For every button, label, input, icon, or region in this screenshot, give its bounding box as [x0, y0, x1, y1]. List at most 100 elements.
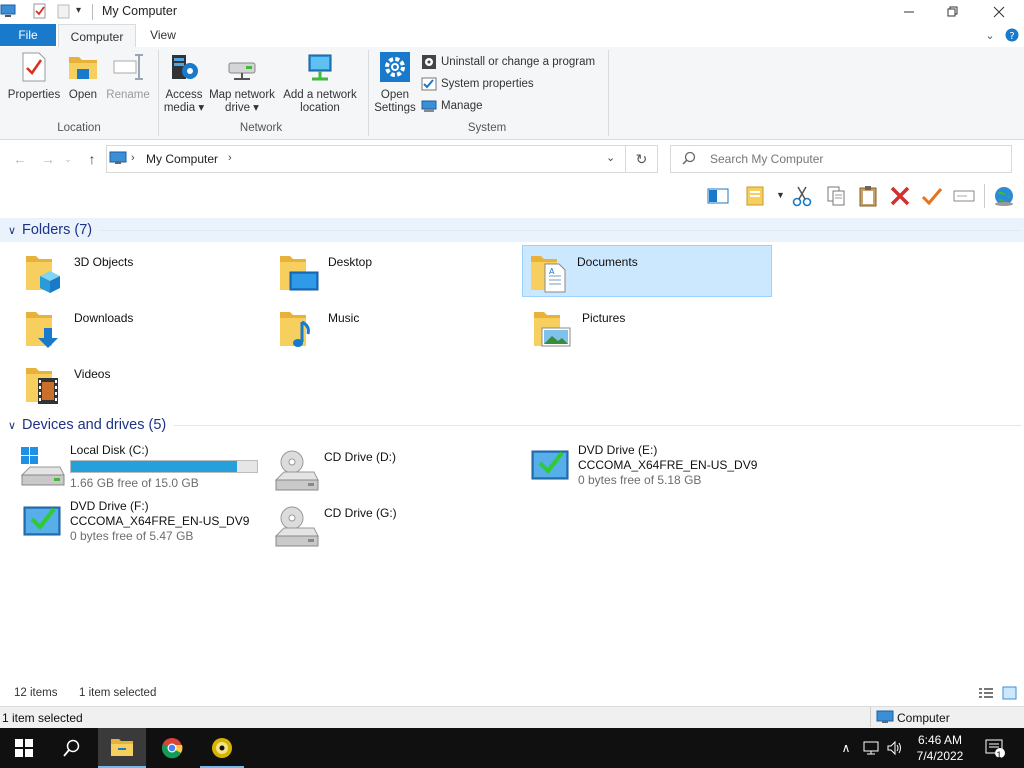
- add-network-location-button[interactable]: Add a network location: [280, 50, 360, 115]
- new-item-dropdown-icon[interactable]: ▼: [776, 190, 785, 200]
- address-dropdown-icon[interactable]: ⌄: [606, 151, 615, 164]
- downloads-folder-icon: [22, 304, 70, 352]
- drive-item-c[interactable]: Local Disk (C:) 1.66 GB free of 15.0 GB: [20, 441, 270, 493]
- tab-file[interactable]: File: [0, 24, 56, 46]
- breadcrumb-chevron-icon[interactable]: ›: [131, 152, 135, 164]
- devices-group-header[interactable]: ∨ Devices and drives (5): [0, 413, 1024, 437]
- network-icon: [863, 741, 879, 755]
- new-item-button[interactable]: [744, 184, 768, 208]
- forward-button[interactable]: →: [38, 150, 58, 168]
- windows-logo-icon: [15, 739, 33, 757]
- breadcrumb-chevron-icon[interactable]: ›: [228, 152, 232, 164]
- close-button[interactable]: [976, 0, 1022, 24]
- bottom-location-text: Computer: [897, 711, 950, 725]
- tab-view[interactable]: View: [140, 24, 186, 46]
- folder-item[interactable]: 3D Objects: [20, 246, 270, 298]
- selection-count: 1 item selected: [79, 687, 157, 699]
- rename-button[interactable]: Rename: [104, 50, 152, 102]
- tab-computer[interactable]: Computer: [58, 24, 136, 48]
- preview-pane-button[interactable]: [706, 184, 730, 208]
- close-icon: [993, 6, 1005, 18]
- computer-icon: [0, 3, 16, 19]
- restore-button[interactable]: [930, 0, 976, 24]
- paste-button[interactable]: [856, 184, 880, 208]
- system-properties-button[interactable]: System properties: [421, 74, 534, 94]
- network-globe-button[interactable]: [992, 184, 1016, 208]
- folder-item[interactable]: Pictures: [528, 302, 778, 354]
- drive-item-f[interactable]: DVD Drive (F:) CCCOMA_X64FRE_EN-US_DV9 0…: [20, 497, 270, 549]
- dvd-taskbar-button[interactable]: [198, 728, 246, 768]
- show-hidden-icons-button[interactable]: ∧: [836, 728, 856, 768]
- refresh-button[interactable]: ↻: [626, 145, 658, 173]
- delete-button[interactable]: [888, 184, 912, 208]
- chevron-down-icon: ⌄: [64, 153, 72, 164]
- customize-quick-access-icon[interactable]: ▾: [76, 5, 81, 16]
- computer-icon: [109, 151, 127, 168]
- rename-toolbar-button[interactable]: [952, 184, 976, 208]
- open-button[interactable]: Open: [64, 50, 102, 102]
- help-icon[interactable]: ?: [1004, 27, 1020, 43]
- computer-small-icon: [876, 710, 894, 727]
- svg-text:A: A: [549, 267, 555, 276]
- folder-item-selected[interactable]: A Documents: [522, 245, 772, 297]
- paste-icon: [859, 186, 877, 207]
- open-settings-button[interactable]: Open Settings: [372, 50, 418, 115]
- location-group-label: Location: [57, 122, 101, 134]
- title-separator: [92, 4, 93, 20]
- large-icons-view-button[interactable]: [1002, 686, 1018, 703]
- refresh-icon: ↻: [635, 150, 648, 167]
- up-button[interactable]: ↑: [82, 150, 102, 168]
- drive-item-e[interactable]: DVD Drive (E:) CCCOMA_X64FRE_EN-US_DV9 0…: [528, 441, 778, 493]
- new-folder-quick-icon[interactable]: [56, 3, 72, 19]
- drive-free-space: 0 bytes free of 5.18 GB: [578, 473, 702, 487]
- properties-quick-icon[interactable]: [32, 3, 48, 19]
- delete-x-icon: [890, 186, 910, 206]
- chrome-taskbar-button[interactable]: [148, 728, 196, 768]
- properties-toolbar-button[interactable]: [920, 184, 944, 208]
- details-view-button[interactable]: [978, 686, 994, 703]
- folder-item[interactable]: Downloads: [20, 302, 270, 354]
- action-center-button[interactable]: [980, 728, 1010, 768]
- search-taskbar-button[interactable]: [48, 728, 96, 768]
- folder-item[interactable]: Desktop: [274, 246, 524, 298]
- bottom-separator: [870, 707, 871, 727]
- manage-button[interactable]: Manage: [421, 96, 483, 116]
- properties-icon: [18, 50, 50, 84]
- minimize-button[interactable]: [886, 0, 932, 24]
- details-view-icon: [979, 688, 993, 698]
- properties-button[interactable]: Properties: [6, 50, 62, 102]
- dvd-drive-setup-icon: [528, 443, 576, 491]
- uninstall-program-button[interactable]: Uninstall or change a program: [421, 52, 595, 72]
- speaker-icon: [887, 740, 901, 756]
- clock[interactable]: 6:46 AM 7/4/2022: [908, 728, 972, 768]
- videos-folder-icon: [22, 360, 70, 408]
- recent-locations-button[interactable]: ⌄: [62, 150, 74, 168]
- collapse-ribbon-icon[interactable]: ⌄: [982, 27, 998, 43]
- map-network-drive-button[interactable]: Map network drive ▾: [206, 50, 278, 115]
- drive-item-g[interactable]: CD Drive (G:): [274, 502, 524, 554]
- back-button[interactable]: ←: [10, 150, 30, 168]
- open-folder-icon: [67, 50, 99, 84]
- network-tray-button[interactable]: [860, 728, 882, 768]
- copy-button[interactable]: [824, 184, 848, 208]
- access-media-button[interactable]: Access media ▾: [162, 50, 206, 115]
- folder-item[interactable]: Videos: [20, 358, 270, 410]
- preview-pane-icon: [707, 188, 729, 204]
- file-explorer-taskbar-button[interactable]: [98, 728, 146, 768]
- breadcrumb-my-computer[interactable]: My Computer: [146, 152, 218, 166]
- drive-name: CD Drive (D:): [324, 450, 396, 464]
- cut-button[interactable]: [790, 184, 814, 208]
- drive-name: CD Drive (G:): [324, 506, 397, 520]
- 3d-objects-folder-icon: [22, 248, 70, 296]
- rename-field-icon: [953, 190, 975, 202]
- volume-tray-button[interactable]: [884, 728, 906, 768]
- cd-drive-icon: [274, 504, 322, 552]
- ribbon-separator: [608, 50, 609, 136]
- start-button[interactable]: [0, 728, 48, 768]
- drive-item-d[interactable]: CD Drive (D:): [274, 446, 524, 498]
- toolbar-separator: [984, 184, 985, 208]
- folders-group-header[interactable]: ∨ Folders (7): [0, 218, 1024, 242]
- folder-item[interactable]: Music: [274, 302, 524, 354]
- uninstall-icon: [421, 54, 437, 70]
- collapse-chevron-icon: ∨: [7, 224, 17, 237]
